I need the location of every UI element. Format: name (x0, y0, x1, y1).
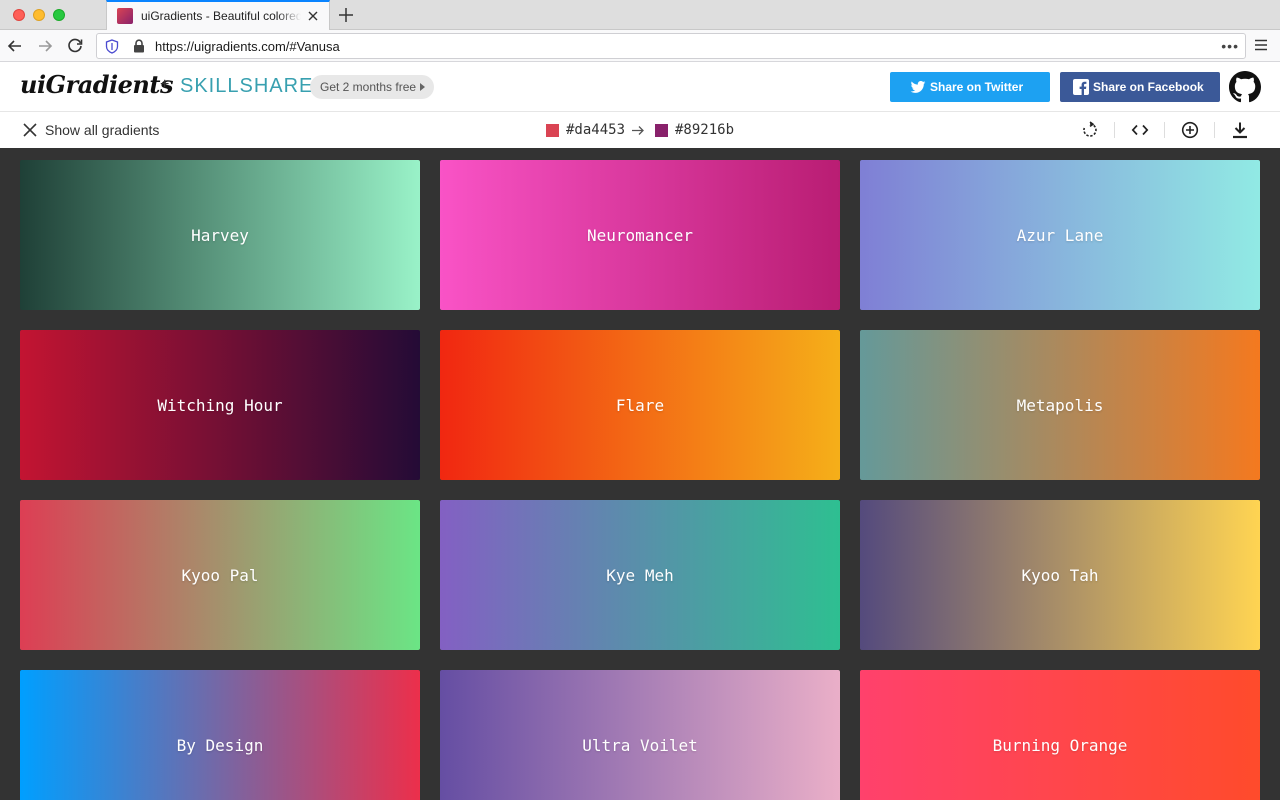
show-all-gradients-label: Show all gradients (45, 122, 160, 138)
twitter-bird-icon (910, 81, 926, 93)
gradient-card[interactable]: Kyoo Pal (20, 500, 420, 650)
toolbar-separator (1214, 122, 1215, 138)
gradient-card[interactable]: Flare (440, 330, 840, 480)
gradient-name: Kye Meh (606, 565, 674, 585)
back-arrow-icon[interactable] (5, 36, 25, 56)
gradient-card[interactable]: Kyoo Tah (860, 500, 1260, 650)
gradient-card[interactable]: Metapolis (860, 330, 1260, 480)
window-close-button[interactable] (13, 9, 25, 21)
site-header: uiGradients + SKILLSHARE Get 2 months fr… (0, 62, 1280, 112)
facebook-icon (1073, 79, 1089, 95)
hamburger-menu-icon[interactable] (1254, 39, 1268, 51)
skillshare-link[interactable]: SKILLSHARE (180, 75, 313, 98)
toolbar-separator (1114, 122, 1115, 138)
toolbar-separator (1164, 122, 1165, 138)
window-zoom-button[interactable] (53, 9, 65, 21)
gradient-card[interactable]: Neuromancer (440, 160, 840, 310)
browser-nav-bar: https://uigradients.com/#Vanusa ••• (0, 30, 1280, 62)
gradient-card[interactable]: Ultra Voilet (440, 670, 840, 800)
share-facebook-button[interactable]: Share on Facebook (1060, 72, 1220, 102)
arrow-right-icon (632, 126, 644, 135)
code-icon[interactable] (1131, 121, 1149, 139)
promo-label: Get 2 months free (320, 80, 417, 94)
gradient-name: Metapolis (1016, 395, 1104, 415)
tracking-shield-icon[interactable] (105, 39, 119, 54)
color-from-hex[interactable]: #da4453 (566, 122, 625, 138)
gradient-card[interactable]: Azur Lane (860, 160, 1260, 310)
gradient-card[interactable]: By Design (20, 670, 420, 800)
page-actions-menu-icon[interactable]: ••• (1221, 38, 1239, 54)
gradient-name: Harvey (191, 225, 249, 245)
header-plus: + (160, 76, 170, 93)
browser-tab[interactable]: uiGradients - Beautiful colored gradient… (106, 0, 330, 30)
gradient-name: Burning Orange (992, 735, 1128, 755)
gradient-name: Flare (615, 395, 665, 415)
url-text: https://uigradients.com/#Vanusa (155, 39, 340, 54)
color-to-swatch (655, 124, 668, 137)
gradient-name: Ultra Voilet (582, 735, 698, 755)
close-icon (23, 123, 37, 137)
color-from-swatch (546, 124, 559, 137)
gradient-name: By Design (176, 735, 264, 755)
lock-icon[interactable] (133, 39, 145, 53)
forward-arrow-icon[interactable] (35, 36, 55, 56)
gradient-card[interactable]: Harvey (20, 160, 420, 310)
tab-close-icon[interactable] (305, 8, 321, 24)
gradient-grid: Harvey Neuromancer Azur Lane Witching Hour F… (0, 148, 1280, 800)
gradient-card[interactable]: Witching Hour (20, 330, 420, 480)
url-bar[interactable]: https://uigradients.com/#Vanusa ••• (96, 33, 1246, 59)
gradient-name: Kyoo Pal (181, 565, 259, 585)
add-icon[interactable] (1181, 121, 1199, 139)
window-minimize-button[interactable] (33, 9, 45, 21)
share-twitter-label: Share on Twitter (930, 80, 1024, 94)
promo-button[interactable]: Get 2 months free (310, 75, 435, 99)
github-icon[interactable] (1229, 71, 1261, 103)
color-to-hex[interactable]: #89216b (675, 122, 734, 138)
site-logo[interactable]: uiGradients (20, 70, 173, 99)
gradient-card[interactable]: Burning Orange (860, 670, 1260, 800)
rotate-icon[interactable] (1081, 121, 1099, 139)
gradient-toolbar: Show all gradients #da4453 #89216b (0, 112, 1280, 148)
share-facebook-label: Share on Facebook (1093, 80, 1204, 94)
share-twitter-button[interactable]: Share on Twitter (890, 72, 1050, 102)
browser-tab-bar: uiGradients - Beautiful colored gradient… (0, 0, 1280, 30)
caret-right-icon (420, 83, 426, 91)
gradient-card[interactable]: Kye Meh (440, 500, 840, 650)
reload-icon[interactable] (65, 36, 85, 56)
tab-favicon-icon (117, 8, 133, 24)
gradient-name: Azur Lane (1016, 225, 1104, 245)
gradient-name: Neuromancer (587, 225, 693, 245)
tab-title: uiGradients - Beautiful colored gradient… (141, 9, 301, 23)
download-icon[interactable] (1231, 121, 1249, 139)
new-tab-icon[interactable] (336, 5, 356, 25)
gradient-name: Kyoo Tah (1021, 565, 1099, 585)
gradient-name: Witching Hour (157, 395, 283, 415)
